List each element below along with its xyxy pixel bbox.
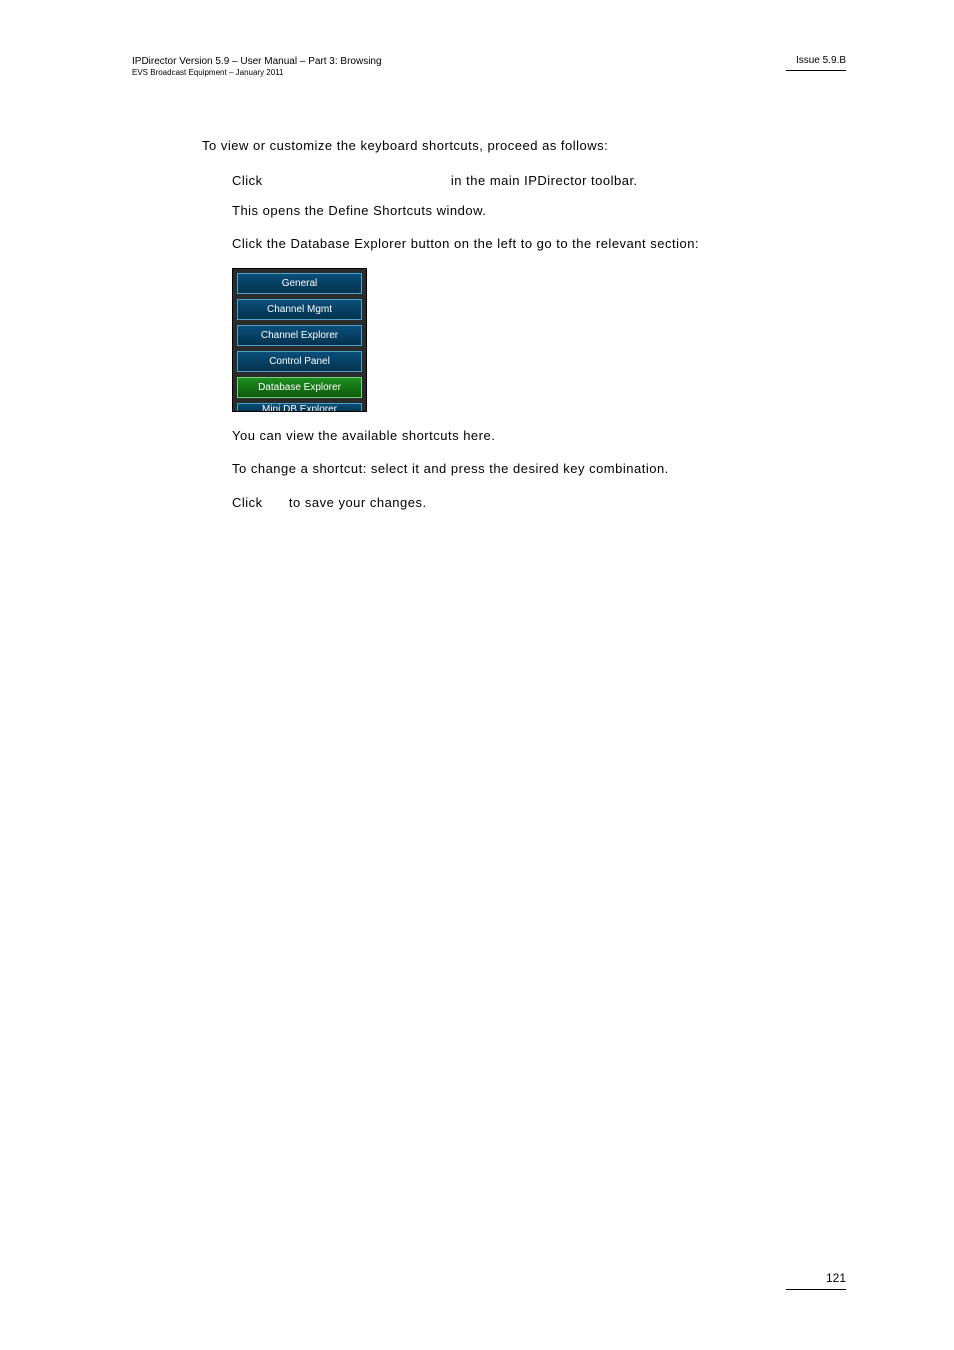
step5-rest: to save your changes. xyxy=(289,495,427,510)
step-1: Click in the main IPDirector toolbar. Th… xyxy=(202,171,846,220)
header-left: IPDirector Version 5.9 – User Manual – P… xyxy=(132,55,382,78)
content-area: To view or customize the keyboard shortc… xyxy=(132,138,846,512)
step1-note: This opens the Define Shortcuts window. xyxy=(232,201,846,221)
step-2: Click the Database Explorer button on th… xyxy=(202,234,846,254)
step-5: Click to save your changes. xyxy=(202,493,846,513)
panel-button-channel-explorer[interactable]: Channel Explorer xyxy=(237,325,362,346)
header-rule xyxy=(786,70,846,71)
step-4: To change a shortcut: select it and pres… xyxy=(202,459,846,479)
shortcut-section-panel: General Channel Mgmt Channel Explorer Contr… xyxy=(232,268,367,412)
step-3: You can view the available shortcuts her… xyxy=(202,426,846,446)
panel-button-database-explorer[interactable]: Database Explorer xyxy=(237,377,362,398)
page-number: 121 xyxy=(786,1271,846,1285)
header-subtitle: EVS Broadcast Equipment – January 2011 xyxy=(132,68,382,78)
issue-label: Issue 5.9.B xyxy=(786,55,846,66)
step1-rest: in the main IPDirector toolbar. xyxy=(451,173,638,188)
footer-rule xyxy=(786,1289,846,1290)
page-footer: 121 xyxy=(786,1271,846,1290)
header-right: Issue 5.9.B xyxy=(786,55,846,71)
panel-button-control-panel[interactable]: Control Panel xyxy=(237,351,362,372)
panel-button-mini-db-explorer[interactable]: Mini DB Explorer xyxy=(237,403,362,412)
page-header: IPDirector Version 5.9 – User Manual – P… xyxy=(132,55,846,78)
header-title: IPDirector Version 5.9 – User Manual – P… xyxy=(132,55,382,68)
step1-click: Click xyxy=(232,173,263,188)
step5-click: Click xyxy=(232,495,263,510)
panel-button-channel-mgmt[interactable]: Channel Mgmt xyxy=(237,299,362,320)
panel-button-general[interactable]: General xyxy=(237,273,362,294)
intro-text: To view or customize the keyboard shortc… xyxy=(202,138,846,153)
